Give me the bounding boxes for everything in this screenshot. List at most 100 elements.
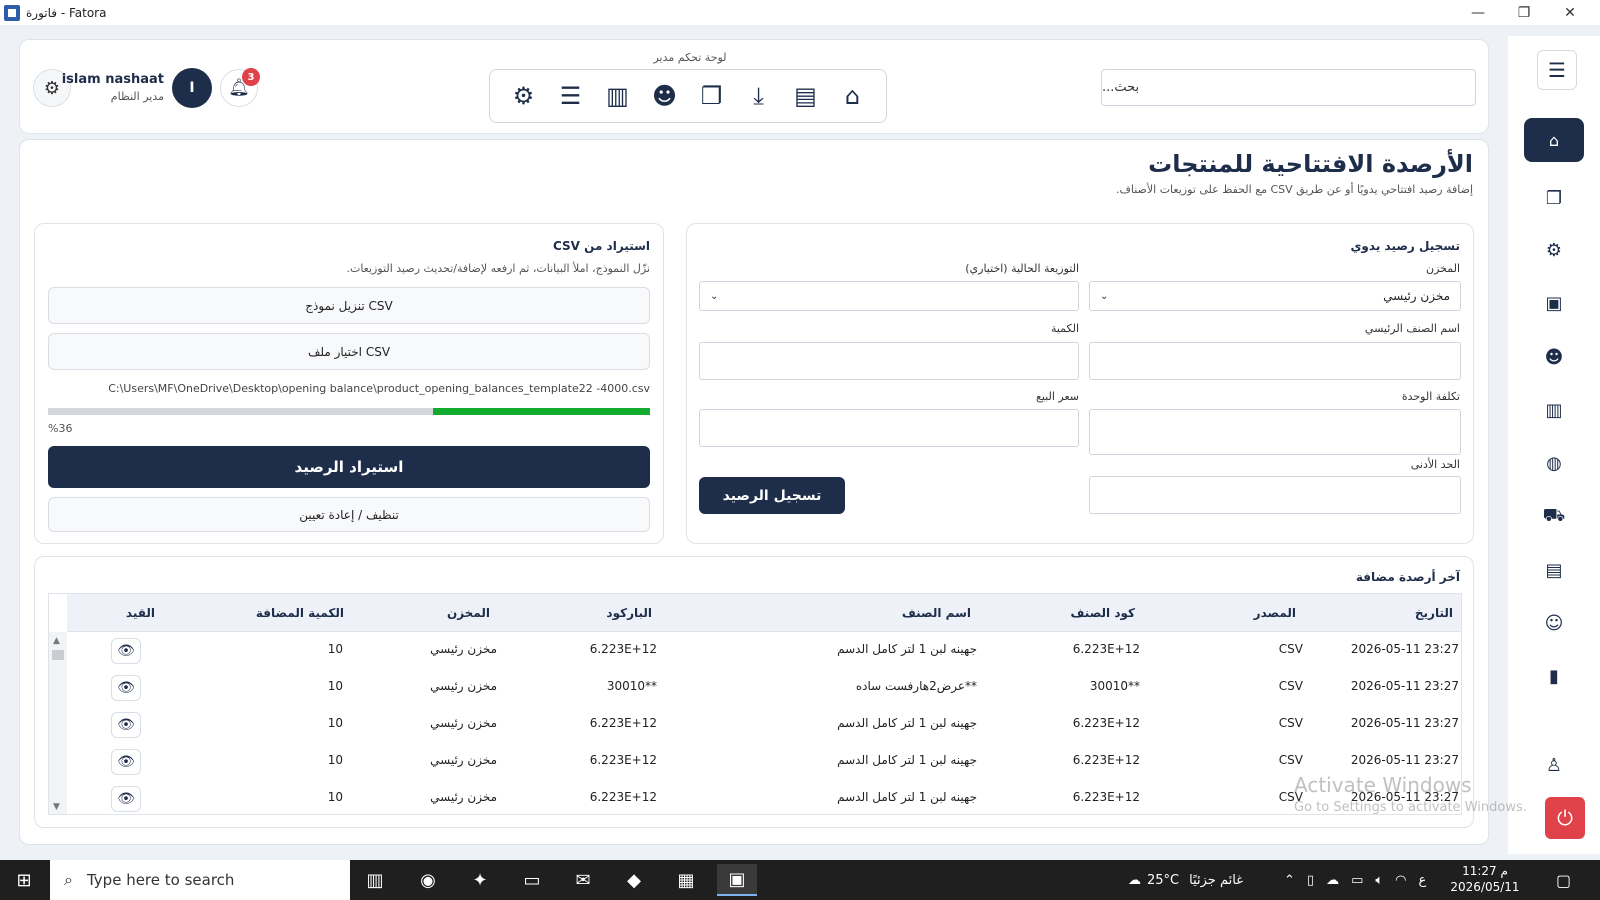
file-explorer-icon[interactable]: ▭ [512, 864, 552, 896]
activate-windows-watermark: Activate Windows [1294, 773, 1472, 797]
table-scrollbar[interactable]: ▲ ▼ [49, 632, 67, 814]
language-indicator[interactable]: ع [1419, 873, 1427, 888]
selected-file-path: C:\Users\MF\OneDrive\Desktop\opening bal… [108, 382, 650, 395]
recent-balances-title: آخر أرصدة مضافة [1355, 570, 1460, 584]
invoice-tool-icon[interactable]: ▤ [788, 78, 824, 114]
box-tool-icon[interactable]: ❐ [694, 78, 730, 114]
volume-icon[interactable]: 🔈︎ [1375, 873, 1383, 888]
save-balance-button[interactable]: تسجيل الرصيد [699, 477, 845, 514]
weather-widget[interactable]: ☁ 25°C غائم جزئيًا [1128, 860, 1243, 900]
reset-button[interactable]: تنظيف / إعادة تعيين [48, 497, 650, 532]
users-tool-icon[interactable]: ☻ [647, 78, 683, 114]
taskbar-clock[interactable]: 11:27 م 2026/05/11 [1440, 863, 1530, 895]
logout-button[interactable]: ⏻ [1545, 797, 1585, 839]
download-template-button[interactable]: تنزيل نموذج CSV [48, 287, 650, 324]
avatar[interactable]: I [172, 68, 212, 108]
database-tool-icon[interactable]: ☰ [553, 78, 589, 114]
cell-barcode: 6.223E+12 [589, 753, 657, 767]
table-row: 2026-05-11 23:27 CSV 6.223E+12 جهينه لبن… [67, 743, 1461, 780]
copilot-icon[interactable]: ✦ [460, 864, 500, 896]
cell-barcode: 6.223E+12 [589, 716, 657, 730]
distribution-select[interactable]: ⌄ [699, 281, 1079, 311]
view-entry-button[interactable]: 👁︎ [111, 749, 141, 775]
cell-item-name: جهينه لبن 1 لتر كامل الدسم [837, 642, 977, 656]
sidebar-item-warehouses[interactable]: ▥ [1536, 395, 1572, 425]
view-entry-button[interactable]: 👁︎ [111, 638, 141, 664]
chevron-down-icon: ⌄ [710, 290, 719, 302]
taskbar-search[interactable]: ⌕ Type here to search [50, 860, 350, 900]
taskbar-search-placeholder: Type here to search [86, 871, 235, 889]
hamburger-menu-icon[interactable]: ☰ [1537, 50, 1577, 90]
view-entry-button[interactable]: 👁︎ [111, 675, 141, 701]
sale-price-input[interactable] [699, 409, 1079, 447]
eye-icon: 👁︎ [117, 717, 135, 733]
cell-date: 2026-05-11 23:27 [1350, 642, 1459, 656]
cell-warehouse: مخزن رئيسي [430, 716, 497, 730]
chevron-up-icon[interactable]: ⌃ [1284, 873, 1295, 888]
scroll-down-icon[interactable]: ▼ [53, 802, 60, 812]
activate-windows-hint: Go to Settings to activate Windows. [1294, 800, 1527, 815]
sidebar-item-employees[interactable]: ☺ [1536, 608, 1572, 638]
minimize-button[interactable]: — [1455, 0, 1501, 25]
task-view-icon[interactable]: ▥ [355, 864, 395, 896]
cloud-icon[interactable]: ☁ [1326, 873, 1339, 888]
sidebar-item-inventory[interactable]: ▣ [1536, 288, 1572, 318]
choose-file-button[interactable]: اختيار ملف CSV [48, 333, 650, 370]
table-row: 2026-05-11 23:27 CSV 6.223E+12 جهينه لبن… [67, 780, 1461, 814]
app-cube-icon[interactable]: ◆ [614, 864, 654, 896]
settings-tool-icon[interactable]: ⚙ [506, 78, 542, 114]
unit-cost-input[interactable] [1089, 409, 1461, 455]
sidebar-item-cashier[interactable]: ▤ [1536, 555, 1572, 585]
sidebar-item-products[interactable]: ❐ [1536, 183, 1572, 213]
sidebar-item-home[interactable]: ⌂ [1524, 118, 1584, 162]
cash-register-icon: ▤ [1545, 559, 1563, 581]
factory-tool-icon[interactable]: ▥ [600, 78, 636, 114]
download-tool-icon[interactable]: ⤓ [741, 78, 777, 114]
csv-import-hint: نزّل النموذج، املأ البيانات، ثم ارفعه لإ… [346, 262, 650, 275]
users-icon: ☻ [1544, 346, 1564, 368]
windows-start-icon[interactable]: ⊞ [0, 860, 48, 900]
maximize-button[interactable]: ❐ [1501, 0, 1547, 25]
package-icon: ▣ [1545, 292, 1563, 314]
user-role: مدير النظام [110, 90, 164, 103]
edge-icon[interactable]: ◉ [408, 864, 448, 896]
home-tool-icon[interactable]: ⌂ [835, 78, 871, 114]
warehouse-select[interactable]: ⌄ مخزن رئيسي [1089, 281, 1461, 311]
sidebar-item-sales[interactable]: ⛟ [1536, 502, 1572, 532]
scroll-thumb[interactable] [52, 650, 64, 660]
sidebar-item-reports[interactable]: ▮ [1536, 661, 1572, 691]
scroll-up-icon[interactable]: ▲ [53, 636, 60, 646]
notification-center-icon[interactable]: ▢ [1556, 860, 1571, 900]
recent-balances-table: التاريخ المصدر كود الصنف اسم الصنف البار… [48, 593, 1462, 815]
min-stock-input[interactable] [1089, 476, 1461, 514]
sidebar-item-customers[interactable]: ☻ [1536, 342, 1572, 372]
import-progress-bar [48, 408, 650, 415]
search-input[interactable]: بحث... [1101, 69, 1476, 106]
import-balance-button[interactable]: استيراد الرصيد [48, 446, 650, 488]
view-entry-button[interactable]: 👁︎ [111, 786, 141, 812]
import-progress-text: %36 [48, 422, 73, 435]
cell-qty: 10 [327, 790, 343, 804]
eye-icon: 👁︎ [117, 643, 135, 659]
fatora-app-icon[interactable]: ▣ [717, 864, 757, 896]
view-entry-button[interactable]: 👁︎ [111, 712, 141, 738]
sidebar-item-settings[interactable]: ⚙ [1536, 235, 1572, 265]
store-icon[interactable]: ▦ [666, 864, 706, 896]
col-source: المصدر [1253, 606, 1296, 620]
close-button[interactable]: ✕ [1547, 0, 1593, 25]
title-bar: فاتورة - Fatora [0, 0, 1600, 25]
power-icon: ⏻ [1557, 806, 1573, 830]
device-icon[interactable]: ▯ [1307, 873, 1314, 888]
wifi-icon[interactable]: ◠ [1395, 873, 1406, 888]
sidebar-item-user-settings[interactable]: ♙ [1536, 750, 1572, 780]
item-name-input[interactable] [1089, 342, 1461, 380]
cell-warehouse: مخزن رئيسي [430, 753, 497, 767]
cell-date: 2026-05-11 23:27 [1350, 679, 1459, 693]
outlook-icon[interactable]: ✉ [563, 864, 603, 896]
quantity-input[interactable] [699, 342, 1079, 380]
cell-item-name: عرض2هارفست ساده** [855, 679, 977, 693]
sidebar-item-finance[interactable]: ◍ [1536, 448, 1572, 478]
weather-icon: ☁ [1128, 872, 1141, 888]
min-stock-label: الحد الأدنى [1410, 458, 1460, 471]
battery-icon[interactable]: ▭ [1351, 873, 1363, 888]
